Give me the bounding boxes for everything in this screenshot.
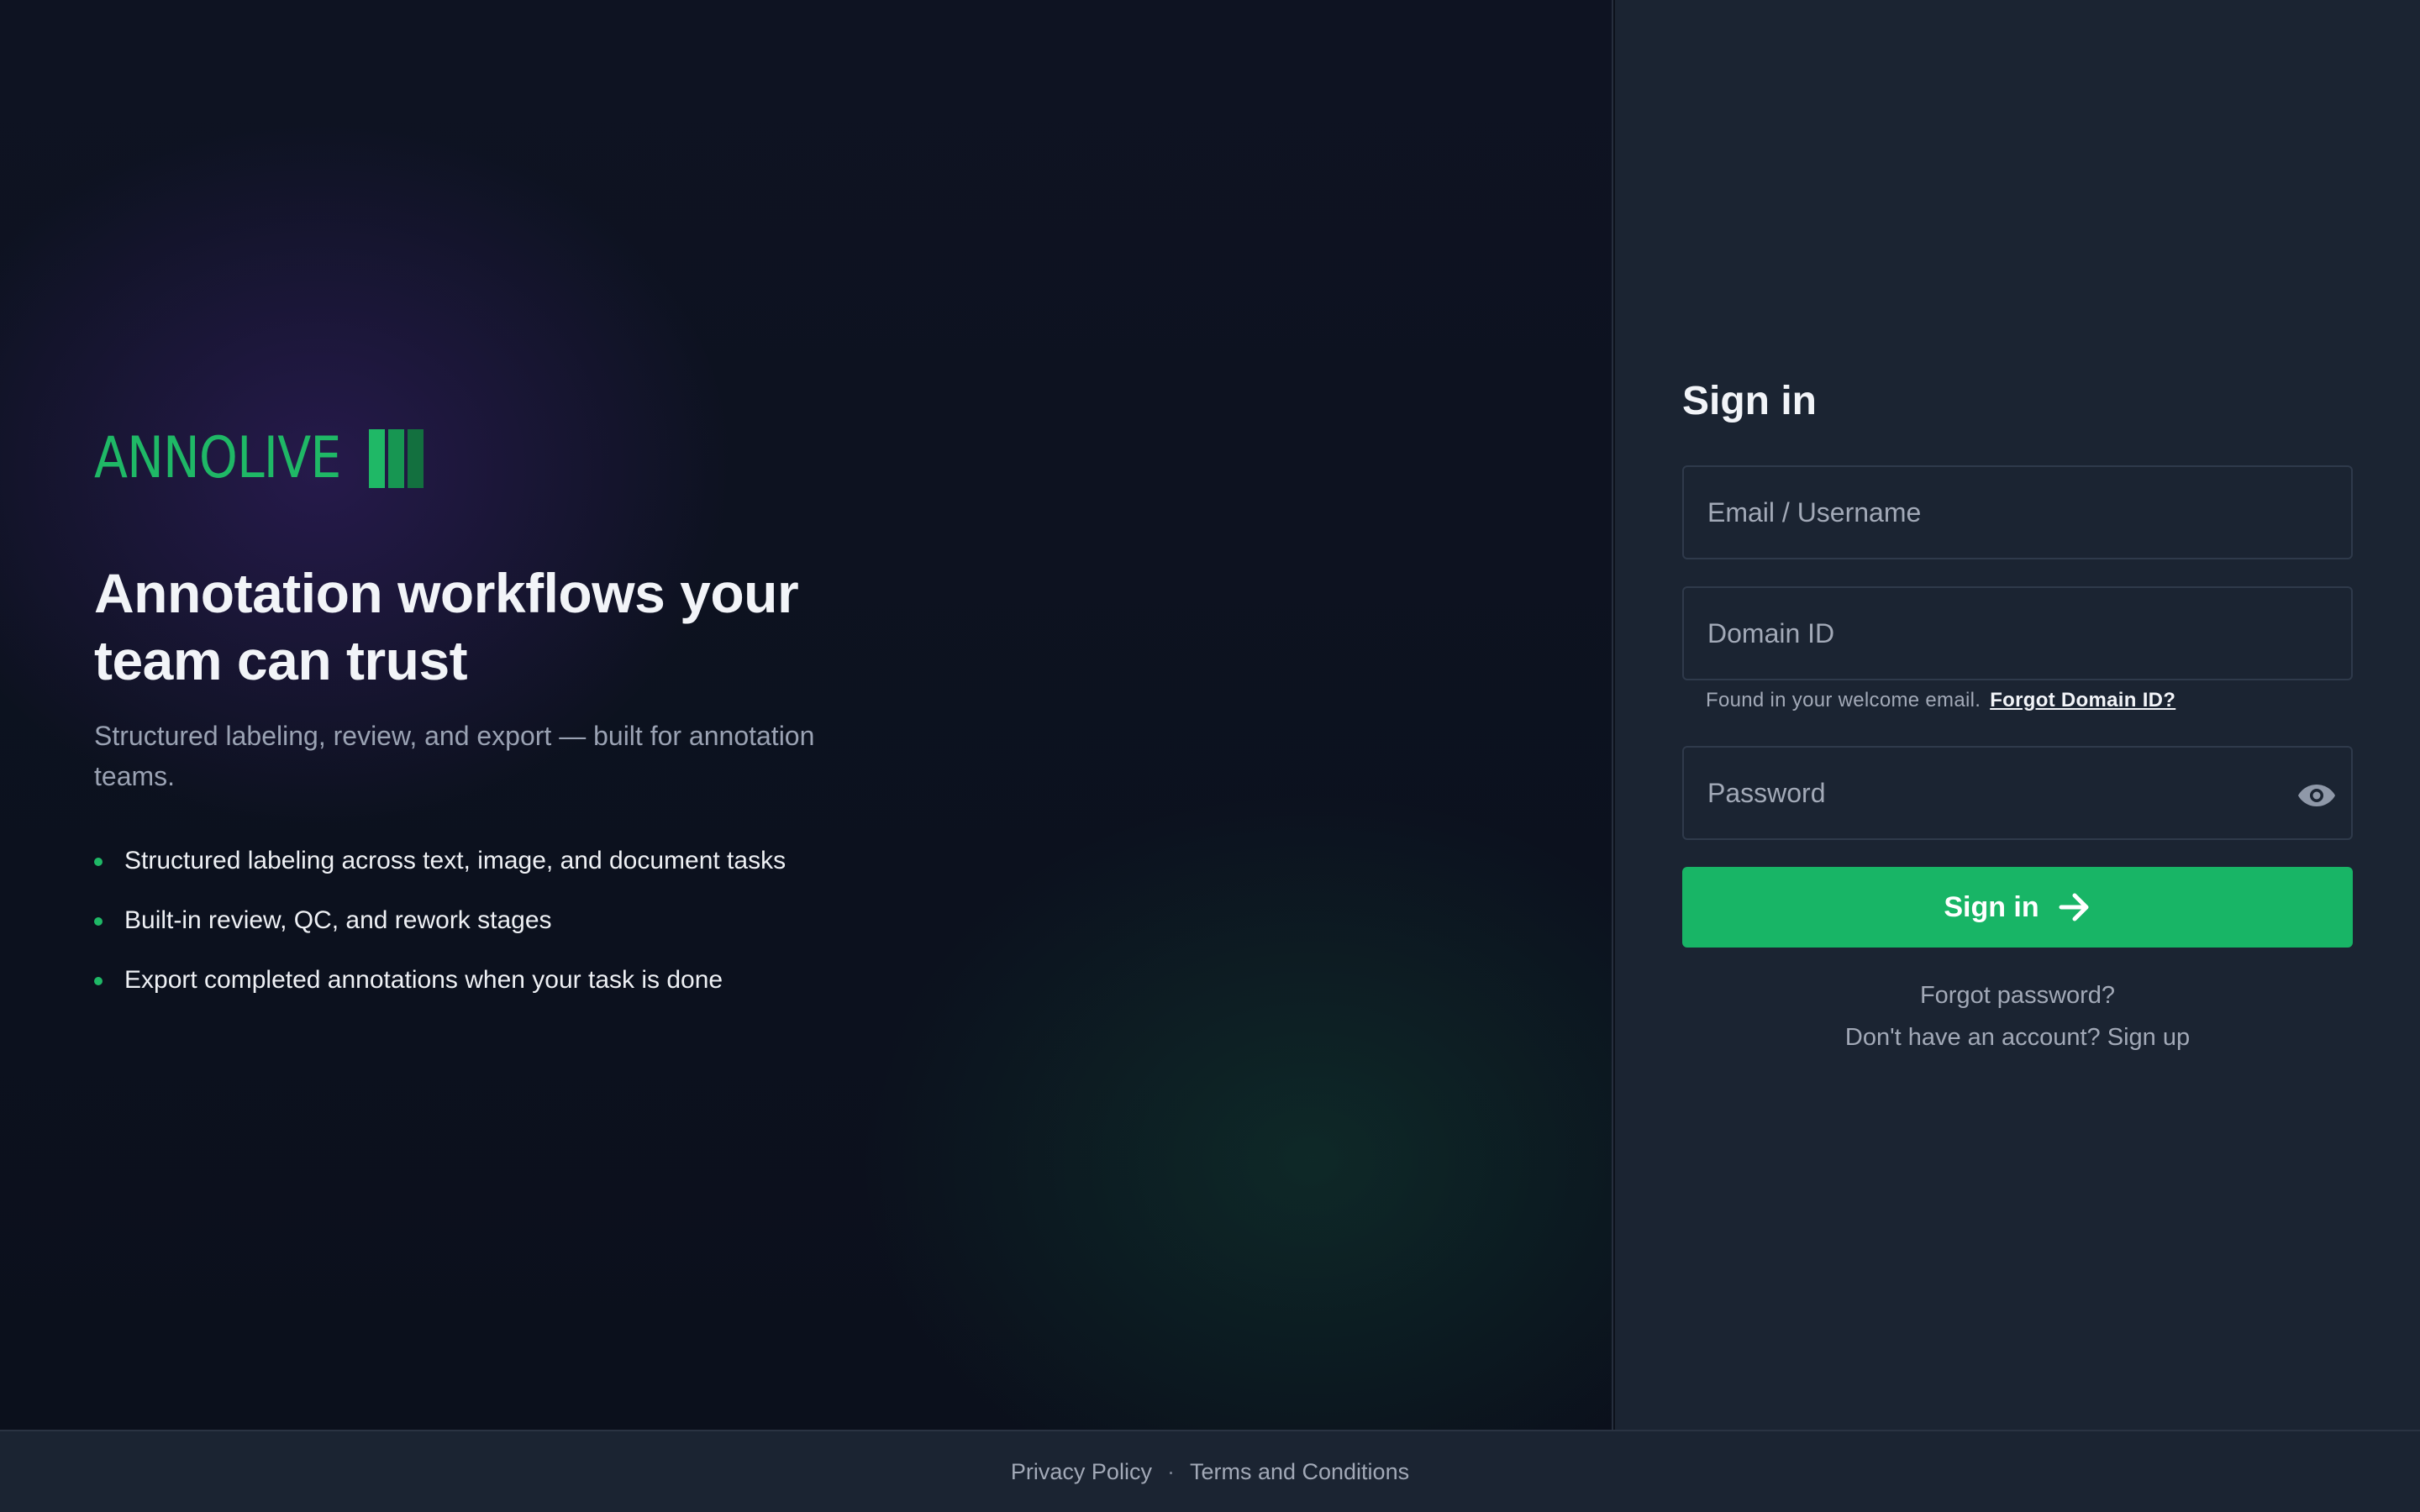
- bullet-dot-icon: [94, 858, 103, 866]
- feature-text: Export completed annotations when your t…: [124, 966, 723, 994]
- login-page: ANNOLIVE Annotation workflows your team …: [0, 0, 2420, 1512]
- eye-icon[interactable]: [2297, 776, 2336, 815]
- domain-hint-text: Found in your welcome email.: [1706, 689, 1981, 711]
- feature-item: Built-in review, QC, and rework stages: [94, 900, 786, 959]
- signin-title: Sign in: [1682, 379, 1817, 423]
- signin-panel: Sign in Found in your welcome email. For…: [1615, 0, 2420, 1430]
- signup-link[interactable]: Sign up: [2107, 1024, 2190, 1051]
- hero-subtitle: Structured labeling, review, and export …: [94, 721, 815, 791]
- domain-field[interactable]: [1682, 586, 2353, 680]
- feature-text: Structured labeling across text, image, …: [124, 847, 786, 874]
- privacy-policy-link[interactable]: Privacy Policy: [1011, 1459, 1152, 1485]
- arrow-right-icon: [2059, 893, 2089, 921]
- footer-separator: ·: [1166, 1458, 1175, 1484]
- domain-input[interactable]: [1684, 588, 2351, 679]
- signup-prompt: Don't have an account?: [1844, 1024, 2101, 1051]
- brand-bars-icon: [369, 429, 424, 488]
- forgot-domain-link[interactable]: Forgot Domain ID?: [1990, 689, 2175, 711]
- signin-button[interactable]: Sign in: [1682, 867, 2353, 948]
- signup-row: Don't have an account? Sign up: [1682, 1020, 2353, 1055]
- password-input[interactable]: [1684, 748, 2351, 838]
- brand-bar: [369, 429, 386, 488]
- feature-list: Structured labeling across text, image, …: [94, 840, 786, 1019]
- email-input[interactable]: [1684, 467, 2351, 558]
- brand-logo: ANNOLIVE: [94, 427, 424, 491]
- footer: Privacy Policy · Terms and Conditions: [0, 1430, 2420, 1512]
- feature-text: Built-in review, QC, and rework stages: [124, 906, 552, 934]
- signin-button-label: Sign in: [1944, 890, 2039, 923]
- domain-hint: Found in your welcome email. Forgot Doma…: [1706, 685, 2175, 716]
- feature-item: Structured labeling across text, image, …: [94, 840, 786, 900]
- forgot-password-link[interactable]: Forgot password?: [1920, 982, 2115, 1009]
- hero-headline: Annotation workflows your team can trust: [94, 562, 799, 691]
- feature-item: Export completed annotations when your t…: [94, 959, 786, 1019]
- bullet-dot-icon: [94, 917, 103, 926]
- hero-section: ANNOLIVE Annotation workflows your team …: [0, 0, 1613, 1430]
- forgot-password-row: Forgot password?: [1682, 978, 2353, 1013]
- password-field[interactable]: [1682, 746, 2353, 840]
- brand-bar: [408, 429, 424, 488]
- terms-link[interactable]: Terms and Conditions: [1190, 1459, 1409, 1485]
- brand-bar: [388, 429, 405, 488]
- brand-wordmark: ANNOLIVE: [94, 425, 341, 491]
- email-field[interactable]: [1682, 465, 2353, 559]
- bullet-dot-icon: [94, 977, 103, 985]
